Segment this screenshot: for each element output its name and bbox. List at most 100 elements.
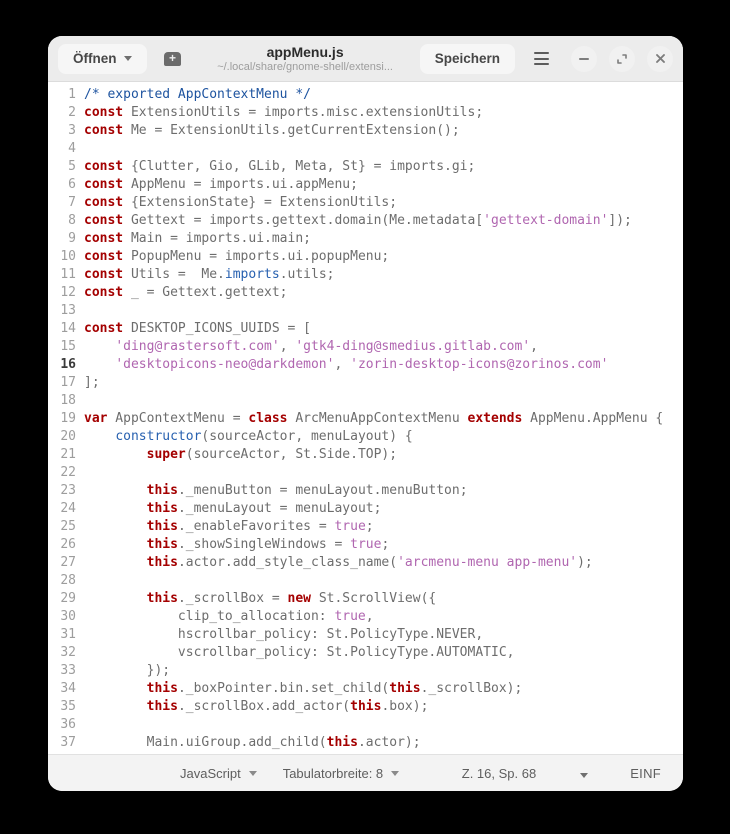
code-line[interactable]: 29 this._scrollBox = new St.ScrollView({ <box>48 590 683 608</box>
new-tab-button[interactable]: + <box>155 43 191 75</box>
code-line[interactable]: 32 vscrollbar_policy: St.PolicyType.AUTO… <box>48 644 683 662</box>
code-line[interactable]: 12 const _ = Gettext.gettext; <box>48 284 683 302</box>
code-line[interactable]: 9 const Main = imports.ui.main; <box>48 230 683 248</box>
code-token: .actor.add_style_class_name( <box>177 555 398 570</box>
code-line[interactable]: 5 const {Clutter, Gio, GLib, Meta, St} = … <box>48 158 683 176</box>
code-line[interactable]: 37 Main.uiGroup.add_child(this.actor); <box>48 734 683 752</box>
code-token: super <box>146 447 186 462</box>
code-line[interactable]: 23 this._menuButton = menuLayout.menuBut… <box>48 482 683 500</box>
menu-button[interactable] <box>523 43 559 75</box>
code-line[interactable]: 34 this._boxPointer.bin.set_child(this._… <box>48 680 683 698</box>
code-line[interactable]: 14 const DESKTOP_ICONS_UUIDS = [ <box>48 320 683 338</box>
text-editor-window: Öffnen + appMenu.js ~/.local/share/gnome… <box>48 36 683 791</box>
code-line[interactable]: 11 const Utils = Me.imports.utils; <box>48 266 683 284</box>
code-line-text: Main.uiGroup.add_child(this.actor); <box>76 734 421 752</box>
line-number: 17 <box>60 375 76 390</box>
code-token: this <box>146 681 178 696</box>
code-token: 'ding@rastersoft.com' <box>115 339 280 354</box>
code-token: DESKTOP_ICONS_UUIDS = [ <box>123 321 311 336</box>
code-line[interactable]: 24 this._menuLayout = menuLayout; <box>48 500 683 518</box>
code-line[interactable]: 15 'ding@rastersoft.com', 'gtk4-ding@sme… <box>48 338 683 356</box>
code-token: ]); <box>608 213 632 228</box>
goto-line-menu[interactable] <box>580 766 589 781</box>
minimize-button[interactable] <box>571 45 597 72</box>
code-line[interactable]: 6 const AppMenu = imports.ui.appMenu; <box>48 176 683 194</box>
code-line[interactable]: 25 this._enableFavorites = true; <box>48 518 683 536</box>
code-line[interactable]: 22 <box>48 464 683 482</box>
code-editor[interactable]: 1/* exported AppContextMenu */2 const Ext… <box>48 82 683 754</box>
code-line-text: vscrollbar_policy: St.PolicyType.AUTOMAT… <box>76 644 515 662</box>
line-number: 22 <box>60 465 76 480</box>
code-line[interactable]: 10 const PopupMenu = imports.ui.popupMenu… <box>48 248 683 266</box>
code-line[interactable]: 33 }); <box>48 662 683 680</box>
code-line-text: super(sourceActor, St.Side.TOP); <box>76 446 397 464</box>
code-line-text: this._menuLayout = menuLayout; <box>76 500 382 518</box>
code-line-text: this._scrollBox.add_actor(this.box); <box>76 698 429 716</box>
code-token: {Clutter, Gio, GLib, Meta, St} = imports… <box>123 159 476 174</box>
code-token: const <box>84 177 124 192</box>
language-selector[interactable]: JavaScript <box>180 766 257 781</box>
code-line-text: this.actor.add_style_class_name('arcmenu… <box>76 554 593 572</box>
tab-width-selector[interactable]: Tabulatorbreite: 8 <box>282 765 400 781</box>
code-token: , <box>530 339 538 354</box>
code-line[interactable]: 7 const {ExtensionState} = ExtensionUtils… <box>48 194 683 212</box>
code-line[interactable]: 27 this.actor.add_style_class_name('arcm… <box>48 554 683 572</box>
open-button-label: Öffnen <box>73 51 117 66</box>
save-button[interactable]: Speichern <box>419 43 515 74</box>
restore-button[interactable] <box>609 45 635 72</box>
code-line[interactable]: 16 'desktopicons-neo@darkdemon', 'zorin-… <box>48 356 683 374</box>
code-token: , <box>334 357 351 372</box>
line-number: 15 <box>60 339 76 354</box>
code-token: /* exported AppContextMenu */ <box>84 87 311 102</box>
code-token: true <box>334 519 366 534</box>
code-line[interactable]: 8 const Gettext = imports.gettext.domain(… <box>48 212 683 230</box>
code-line[interactable]: 3 const Me = ExtensionUtils.getCurrentExt… <box>48 122 683 140</box>
hamburger-icon <box>533 52 549 65</box>
code-token: 'zorin-desktop-icons@zorinos.com' <box>350 357 609 372</box>
code-token: 'gtk4-ding@smedius.gitlab.com' <box>295 339 531 354</box>
code-line-text: this._scrollBox = new St.ScrollView({ <box>76 590 437 608</box>
code-line[interactable]: 18 <box>48 392 683 410</box>
tab-width-label: Tabulatorbreite: 8 <box>282 765 384 781</box>
cursor-position[interactable]: Z. 16, Sp. 68 <box>462 766 536 781</box>
line-number: 2 <box>68 105 76 120</box>
code-line[interactable]: 13 <box>48 302 683 320</box>
line-number: 8 <box>68 213 76 228</box>
code-token: ._enableFavorites = <box>177 519 335 534</box>
code-line[interactable]: 1 /* exported AppContextMenu */ <box>48 86 683 104</box>
tab-new-icon: + <box>164 51 181 66</box>
code-line[interactable]: 2 const ExtensionUtils = imports.misc.ext… <box>48 104 683 122</box>
code-line[interactable]: 36 <box>48 716 683 734</box>
code-token: this <box>146 555 178 570</box>
code-line-text: 'desktopicons-neo@darkdemon', 'zorin-des… <box>76 356 608 374</box>
code-line[interactable]: 31 hscrollbar_policy: St.PolicyType.NEVE… <box>48 626 683 644</box>
chevron-down-icon <box>123 56 132 61</box>
code-line[interactable]: 30 clip_to_allocation: true, <box>48 608 683 626</box>
code-line[interactable]: 26 this._showSingleWindows = true; <box>48 536 683 554</box>
close-button[interactable] <box>647 45 673 72</box>
line-number: 33 <box>60 663 76 678</box>
code-token: , <box>279 339 296 354</box>
code-line[interactable]: 19 var AppContextMenu = class ArcMenuAppC… <box>48 410 683 428</box>
code-line-text: this._showSingleWindows = true; <box>76 536 390 554</box>
code-line[interactable]: 35 this._scrollBox.add_actor(this.box); <box>48 698 683 716</box>
code-line-text: this._menuButton = menuLayout.menuButton… <box>76 482 468 500</box>
code-line[interactable]: 20 constructor(sourceActor, menuLayout) … <box>48 428 683 446</box>
code-line[interactable]: 28 <box>48 572 683 590</box>
code-token: 'arcmenu-menu app-menu' <box>397 555 578 570</box>
code-token: const <box>84 231 124 246</box>
code-line-text: clip_to_allocation: true, <box>76 608 374 626</box>
code-token: Gettext = imports.gettext.domain(Me.meta… <box>123 213 484 228</box>
line-number: 14 <box>60 321 76 336</box>
code-token: ._menuLayout = menuLayout; <box>177 501 382 516</box>
line-number: 12 <box>60 285 76 300</box>
code-token: this <box>389 681 421 696</box>
open-button[interactable]: Öffnen <box>58 43 147 74</box>
code-line[interactable]: 4 <box>48 140 683 158</box>
save-button-label: Speichern <box>434 51 500 66</box>
code-line[interactable]: 17]; <box>48 374 683 392</box>
code-line[interactable]: 21 super(sourceActor, St.Side.TOP); <box>48 446 683 464</box>
